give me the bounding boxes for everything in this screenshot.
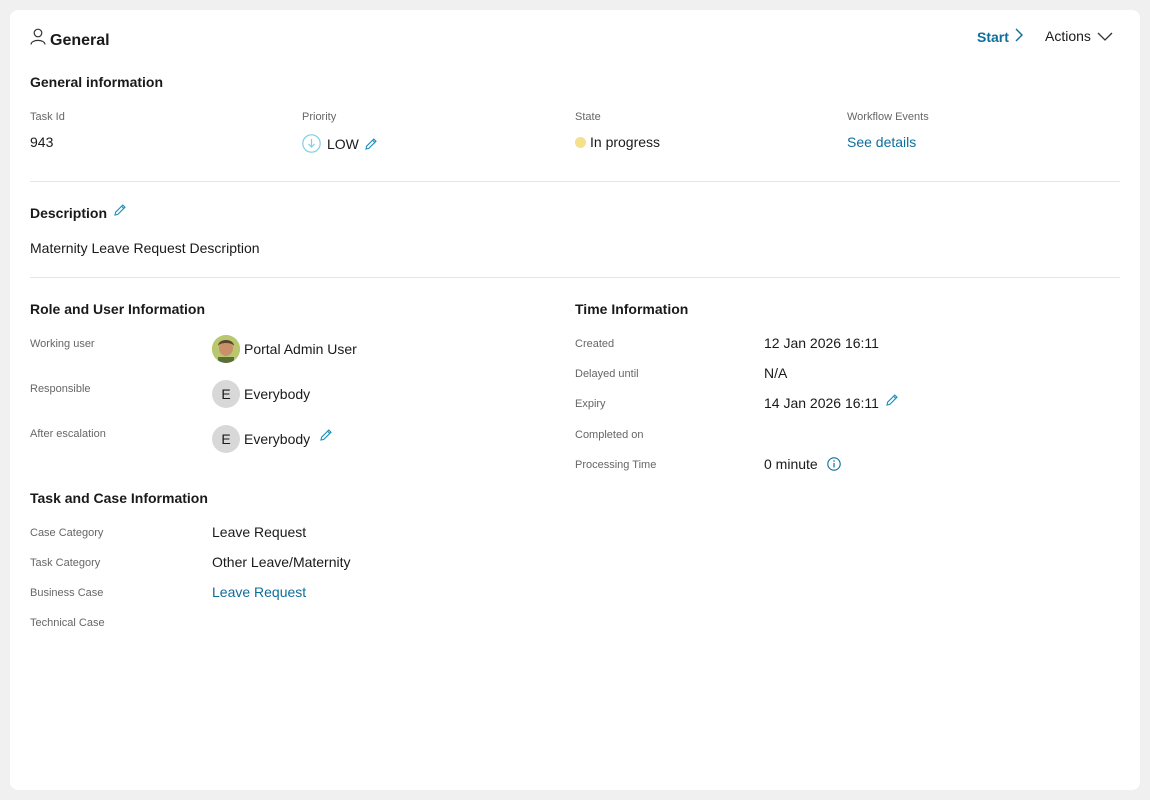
- expiry-value: 14 Jan 2026 16:11: [764, 395, 879, 411]
- edit-description-icon[interactable]: [113, 203, 127, 217]
- time-info-heading: Time Information: [575, 301, 689, 317]
- working-user-value: Portal Admin User: [244, 341, 357, 357]
- role-info-heading: Role and User Information: [30, 301, 206, 317]
- arrow-down-circle-icon: [302, 134, 321, 153]
- divider: [30, 181, 1120, 182]
- see-details-link[interactable]: See details: [847, 134, 916, 150]
- user-icon: [30, 28, 50, 50]
- general-info-heading: General information: [30, 74, 164, 90]
- state-indicator-icon: [575, 136, 586, 148]
- description-header: Description: [30, 203, 127, 221]
- task-category-value: Other Leave/Maternity: [212, 554, 351, 570]
- workflow-events-label: Workflow Events: [847, 111, 929, 123]
- completed-on-label: Completed on: [575, 429, 644, 441]
- avatar: E: [212, 380, 240, 408]
- avatar: [212, 335, 240, 363]
- expiry-label: Expiry: [575, 398, 606, 410]
- expiry-field: 14 Jan 2026 16:11: [764, 393, 899, 411]
- created-label: Created: [575, 338, 615, 350]
- case-category-label: Case Category: [30, 527, 104, 539]
- task-category-label: Task Category: [30, 557, 101, 569]
- working-user-label: Working user: [30, 338, 95, 350]
- divider: [30, 277, 1120, 278]
- state-label: State: [575, 111, 601, 123]
- working-user-field: Portal Admin User: [212, 335, 357, 363]
- business-case-link[interactable]: Leave Request: [212, 584, 306, 600]
- start-button-label: Start: [977, 28, 1009, 45]
- chevron-right-icon: [1009, 28, 1023, 45]
- responsible-value: Everybody: [244, 386, 311, 402]
- responsible-label: Responsible: [30, 383, 91, 395]
- actions-label: Actions: [1045, 28, 1091, 44]
- priority-label: Priority: [302, 111, 337, 123]
- page-title: General: [30, 28, 110, 50]
- delayed-until-label: Delayed until: [575, 368, 639, 380]
- delayed-until-value: N/A: [764, 365, 788, 381]
- business-case-label: Business Case: [30, 587, 104, 599]
- processing-time-field: 0 minute: [764, 456, 841, 472]
- task-id-label: Task Id: [30, 111, 65, 123]
- created-value: 12 Jan 2026 16:11: [764, 335, 879, 351]
- description-heading: Description: [30, 205, 108, 221]
- priority-value: LOW: [327, 135, 359, 152]
- edit-priority-icon[interactable]: [364, 137, 378, 151]
- case-category-value: Leave Request: [212, 524, 307, 540]
- avatar: E: [212, 425, 240, 453]
- info-icon[interactable]: [826, 457, 841, 471]
- page-title-text: General: [50, 32, 110, 49]
- after-escalation-value: Everybody: [244, 431, 311, 447]
- task-id-value: 943: [30, 134, 54, 150]
- chevron-down-icon: [1091, 28, 1113, 44]
- state-value: In progress: [590, 134, 661, 150]
- processing-time-label: Processing Time: [575, 459, 657, 471]
- processing-time-value: 0 minute: [764, 456, 818, 472]
- edit-escalation-icon[interactable]: [319, 428, 333, 442]
- actions-dropdown[interactable]: Actions: [1045, 28, 1113, 44]
- start-button[interactable]: Start: [977, 28, 1023, 45]
- technical-case-label: Technical Case: [30, 617, 105, 629]
- description-text: Maternity Leave Request Description: [30, 240, 260, 256]
- edit-expiry-icon[interactable]: [885, 393, 899, 407]
- after-escalation-field: E Everybody: [212, 425, 333, 453]
- state-field: In progress: [575, 134, 660, 150]
- task-detail-card: General Start Actions General informatio…: [10, 10, 1140, 790]
- after-escalation-label: After escalation: [30, 428, 106, 440]
- priority-field: LOW: [302, 134, 378, 153]
- responsible-field: E Everybody: [212, 380, 310, 408]
- task-case-heading: Task and Case Information: [30, 490, 208, 506]
